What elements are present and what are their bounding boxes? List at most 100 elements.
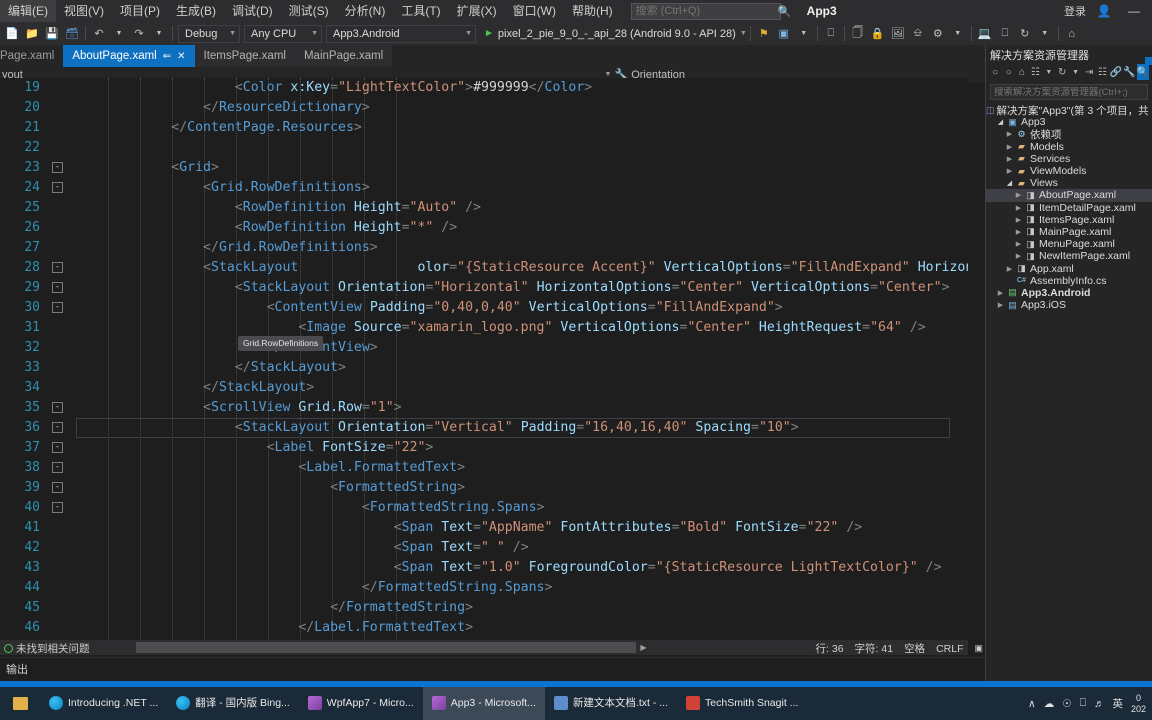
code-line[interactable]: 34 </StackLayout> xyxy=(0,378,968,398)
document-tab-2[interactable]: ItemsPage.xaml xyxy=(194,45,295,67)
screenshot-icon[interactable]: ▣ xyxy=(774,24,794,44)
fold-toggle-icon[interactable]: - xyxy=(52,402,63,413)
network-icon[interactable]: ⎕ xyxy=(1080,697,1086,710)
open-file-icon[interactable]: 📁 xyxy=(22,24,42,44)
code-editor[interactable]: 19 <Color x:Key="LightTextColor">#999999… xyxy=(0,78,968,640)
code-line[interactable]: 45 </FormattedString> xyxy=(0,598,968,618)
code-line[interactable]: 24 - <Grid.RowDefinitions> xyxy=(0,178,968,198)
code-line[interactable]: 39 - <FormattedString> xyxy=(0,478,968,498)
switch-views-chevron-icon[interactable]: ▼ xyxy=(1043,64,1055,80)
solution-platform-combo[interactable]: Any CPU ▼ xyxy=(244,24,322,43)
solution-search-input[interactable] xyxy=(994,86,1144,98)
sign-in-label[interactable]: 登录 xyxy=(1064,3,1086,19)
clock[interactable]: 0 202 xyxy=(1131,693,1146,715)
expander-open-icon[interactable]: ◢ xyxy=(995,118,1006,126)
tree-item-6[interactable]: ◢ ▰ Views xyxy=(986,177,1152,189)
expander-closed-icon[interactable]: ▶ xyxy=(1004,167,1015,175)
tree-item-13[interactable]: ▶ ◨ App.xaml xyxy=(986,262,1152,275)
monitor-alt-icon[interactable]: ⎕ xyxy=(995,24,1015,44)
fold-toggle-icon[interactable]: - xyxy=(52,422,63,433)
quick-search-input[interactable] xyxy=(635,5,778,17)
code-line[interactable]: 28 - <StackLayout olor="{StaticResource A… xyxy=(0,258,968,278)
undo-dropdown-icon[interactable]: ▼ xyxy=(109,24,129,44)
expander-closed-icon[interactable]: ▶ xyxy=(1013,204,1024,212)
new-window-icon[interactable]: 🗍 xyxy=(848,24,868,44)
code-line[interactable]: 35 - <ScrollView Grid.Row="1"> xyxy=(0,398,968,418)
fold-toggle-icon[interactable]: - xyxy=(52,462,63,473)
tree-item-4[interactable]: ▶ ▰ Services xyxy=(986,153,1152,165)
taskbar-app-0[interactable]: Introducing .NET ... xyxy=(40,687,167,720)
new-file-icon[interactable]: 📄 xyxy=(2,24,22,44)
code-line[interactable]: 19 <Color x:Key="LightTextColor">#999999… xyxy=(0,78,968,98)
expander-closed-icon[interactable]: ▶ xyxy=(1004,155,1015,163)
android-device-manager-icon[interactable]: ⚑ xyxy=(754,24,774,44)
start-debugging-button[interactable]: ► pixel_2_pie_9_0_-_api_28 (Android 9.0 … xyxy=(484,28,747,40)
account-icon[interactable]: 👤 xyxy=(1092,4,1116,18)
tree-item-10[interactable]: ▶ ◨ MainPage.xaml xyxy=(986,226,1152,238)
save-all-icon[interactable]: 🗃 xyxy=(62,24,82,44)
menu-item-9[interactable]: 窗口(W) xyxy=(505,0,564,22)
code-line[interactable]: 29 - <StackLayout Orientation="Horizontal… xyxy=(0,278,968,298)
quick-search-box[interactable]: 🔍 xyxy=(630,2,791,20)
taskbar-app-5[interactable]: TechSmith Snagit ... xyxy=(677,687,807,720)
code-line[interactable]: 46 </Label.FormattedText> xyxy=(0,618,968,638)
menu-item-6[interactable]: 分析(N) xyxy=(337,0,394,22)
menu-item-4[interactable]: 调试(D) xyxy=(224,0,281,22)
output-panel[interactable]: 输出 xyxy=(0,657,985,681)
fold-toggle-icon[interactable]: - xyxy=(52,282,63,293)
code-line[interactable]: 38 - <Label.FormattedText> xyxy=(0,458,968,478)
tree-item-0[interactable]: ◫解决方案"App3"(第 3 个项目，共 3 个) xyxy=(986,104,1152,117)
dropdown-icon-b[interactable]: ▼ xyxy=(948,24,968,44)
refresh-chevron-icon[interactable]: ▼ xyxy=(1069,64,1081,80)
tree-item-3[interactable]: ▶ ▰ Models xyxy=(986,141,1152,153)
dropdown-icon-c[interactable]: ▼ xyxy=(1035,24,1055,44)
code-line[interactable]: 22 xyxy=(0,138,968,158)
tray-chevron-icon[interactable]: ∧ xyxy=(1028,698,1036,710)
tree-item-16[interactable]: ▶ ▤ App3.iOS xyxy=(986,299,1152,311)
code-line[interactable]: 37 - <Label FontSize="22"> xyxy=(0,438,968,458)
monitor-icon[interactable]: 💻 xyxy=(975,24,995,44)
taskbar-app-2[interactable]: WpfApp7 - Micro... xyxy=(299,687,423,720)
hscrollbar-thumb[interactable] xyxy=(136,642,636,653)
wrench-tool-icon[interactable]: 🔧 xyxy=(1123,64,1135,80)
layout-icon[interactable]: ⎒ xyxy=(908,24,928,44)
hscroll-right-arrow[interactable]: ▶ xyxy=(636,640,651,655)
step-icon[interactable]: ⎕ xyxy=(821,24,841,44)
solution-explorer-search[interactable] xyxy=(990,84,1148,100)
lock-icon[interactable]: 🔒 xyxy=(868,24,888,44)
expander-closed-icon[interactable]: ▶ xyxy=(1013,240,1024,248)
save-icon[interactable]: 💾 xyxy=(42,24,62,44)
code-line[interactable]: 42 <Span Text=" " /> xyxy=(0,538,968,558)
code-text[interactable]: 19 <Color x:Key="LightTextColor">#999999… xyxy=(0,78,968,640)
sol-search-icon[interactable]: 🔍 xyxy=(1136,64,1150,80)
document-tab-3[interactable]: MainPage.xaml xyxy=(294,45,393,67)
close-tab-icon[interactable]: ✕ xyxy=(177,51,185,62)
fold-toggle-icon[interactable]: - xyxy=(52,302,63,313)
solution-configuration-combo[interactable]: Debug ▼ xyxy=(178,24,240,43)
minimize-button[interactable]: — xyxy=(1122,4,1146,18)
fold-toggle-icon[interactable]: - xyxy=(52,442,63,453)
cloud-icon[interactable]: ☁ xyxy=(1044,698,1055,710)
refresh-icon[interactable]: ↻ xyxy=(1015,24,1035,44)
code-line[interactable]: 27 </Grid.RowDefinitions> xyxy=(0,238,968,258)
tree-item-2[interactable]: ▶ ⚙ 依赖项 xyxy=(986,128,1152,141)
code-line[interactable]: 23 - <Grid> xyxy=(0,158,968,178)
ime-indicator[interactable]: 英 xyxy=(1112,696,1123,711)
editor-horizontal-scrollbar[interactable]: ◀ ▶ xyxy=(0,640,968,655)
tree-item-11[interactable]: ▶ ◨ MenuPage.xaml xyxy=(986,238,1152,250)
code-line[interactable]: 33 </StackLayout> xyxy=(0,358,968,378)
code-line[interactable]: 26 <RowDefinition Height="*" /> xyxy=(0,218,968,238)
code-line[interactable]: 41 <Span Text="AppName" FontAttributes="… xyxy=(0,518,968,538)
redo-dropdown-icon[interactable]: ▼ xyxy=(149,24,169,44)
code-line[interactable]: 40 - <FormattedString.Spans> xyxy=(0,498,968,518)
code-line[interactable]: 30 - <ContentView Padding="0,40,0,40" Ver… xyxy=(0,298,968,318)
tree-item-1[interactable]: ◢ ▣ App3 xyxy=(986,116,1152,128)
expander-closed-icon[interactable]: ▶ xyxy=(1004,130,1015,138)
fold-toggle-icon[interactable]: - xyxy=(52,262,63,273)
microphone-icon[interactable]: ☉ xyxy=(1062,698,1071,710)
code-line[interactable]: 25 <RowDefinition Height="Auto" /> xyxy=(0,198,968,218)
show-all-files-icon[interactable]: ☷ xyxy=(1096,64,1108,80)
menu-item-2[interactable]: 项目(P) xyxy=(112,0,168,22)
menu-item-3[interactable]: 生成(B) xyxy=(168,0,224,22)
menu-item-5[interactable]: 测试(S) xyxy=(281,0,337,22)
